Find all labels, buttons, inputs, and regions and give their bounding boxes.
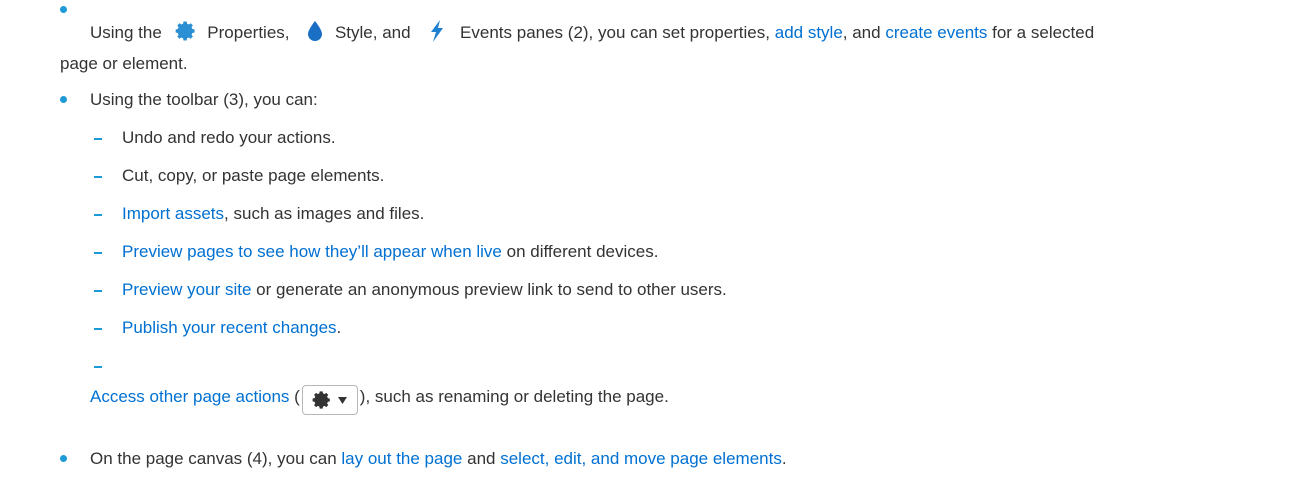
water-drop-icon [306,20,324,48]
gear-icon [312,391,331,409]
sub-list-item: Import assets, such as images and files. [122,203,424,225]
sub-list-item: Preview pages to see how they’ll appear … [122,241,658,263]
caret-down-icon [338,396,348,404]
text-segment: On the page canvas (4), you can [90,449,337,468]
sub-list-item: Preview your site or generate an anonymo… [122,279,727,301]
text-segment: Undo and redo your actions. [122,128,336,147]
list-dash [94,252,102,254]
text-segment: ( [289,387,300,406]
list-dash [94,176,102,178]
create-events-link[interactable]: create events [885,23,987,42]
sub-list-item: Access other page actions ( ), such as r… [90,385,669,415]
list-dash [94,328,102,330]
text-segment: Style, and [334,23,411,42]
text-segment: Properties, [207,23,290,42]
list-bullet [60,6,67,13]
list-item-panes: Using the Properties, Style, and Events … [90,20,1094,48]
text-segment: Events panes (2), you can set properties… [460,23,770,42]
page-actions-link[interactable]: Access other page actions [90,387,289,406]
sub-list-item: Publish your recent changes. [122,317,341,339]
text-segment: ), such as renaming or deleting the page… [359,387,669,406]
lay-out-page-link[interactable]: lay out the page [341,449,462,468]
publish-changes-link[interactable]: Publish your recent changes [122,318,337,337]
lightning-bolt-icon [429,20,445,48]
text-segment: for a selected [992,23,1095,42]
add-style-link[interactable]: add style [775,23,843,42]
gear-icon [175,20,197,48]
text-segment: Using the [90,23,162,42]
text-segment: and [467,449,496,468]
list-bullet [60,455,67,462]
list-dash [94,290,102,292]
list-item-toolbar: Using the toolbar (3), you can: [90,89,318,111]
select-edit-move-link[interactable]: select, edit, and move page elements [500,449,782,468]
list-dash [94,138,102,140]
text-segment: Using the toolbar (3), you can: [90,90,318,109]
list-dash [94,214,102,216]
text-segment: on different devices. [501,242,659,261]
text-segment: . [781,449,787,468]
document-body: Using the Properties, Style, and Events … [0,0,1298,500]
page-actions-button[interactable] [301,385,358,415]
import-assets-link[interactable]: Import assets [122,204,224,223]
sub-list-item: Cut, copy, or paste page elements. [122,165,384,187]
sub-list-item: Undo and redo your actions. [122,127,336,149]
text-segment: page or element. [60,54,188,73]
text-segment: , and [842,23,881,42]
text-segment: or generate an anonymous preview link to… [251,280,727,299]
list-bullet [60,96,67,103]
list-item-canvas: On the page canvas (4), you can lay out … [90,448,787,470]
text-segment: Cut, copy, or paste page elements. [122,166,385,185]
preview-pages-link[interactable]: Preview pages to see how they’ll appear … [122,242,502,261]
text-segment: . [336,318,342,337]
list-item-panes-continued: page or element. [60,53,188,75]
text-segment: , such as images and files. [224,204,425,223]
preview-site-link[interactable]: Preview your site [122,280,251,299]
list-dash [94,366,102,368]
